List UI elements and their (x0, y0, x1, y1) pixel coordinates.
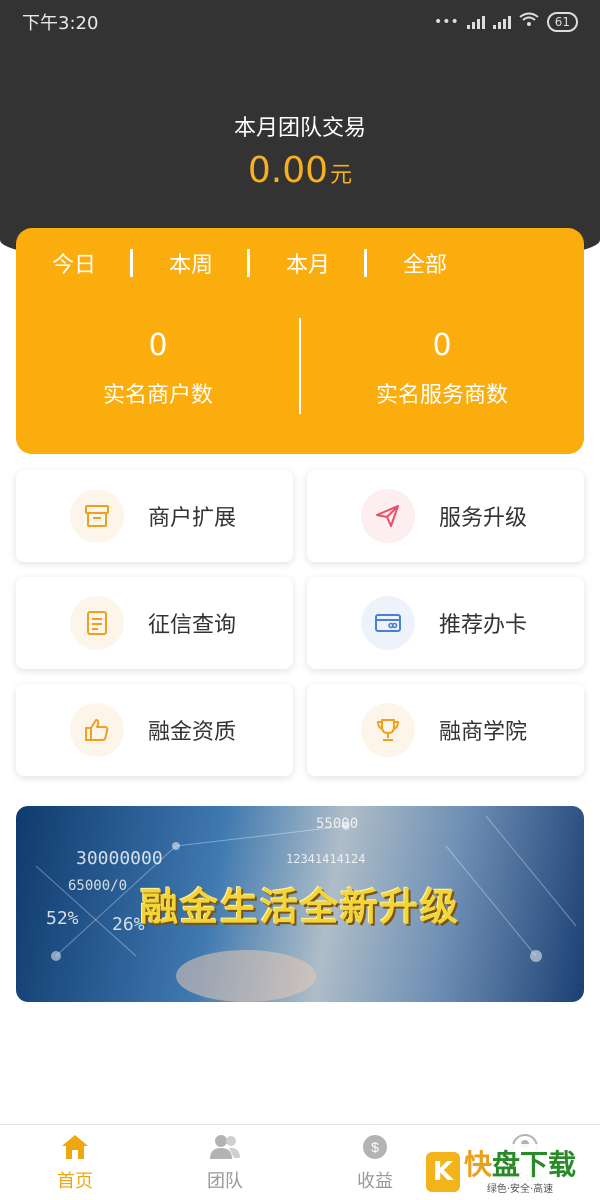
menu-label: 推荐办卡 (439, 613, 528, 638)
watermark-main-b: 盘下载 (492, 1147, 577, 1181)
month-team-trade-title: 本月团队交易 (233, 116, 366, 141)
stat-providers: 0 实名服务商数 (300, 328, 584, 409)
battery-icon: 61 (546, 12, 578, 32)
tabbar-label: 收益 (357, 1171, 393, 1192)
tab-today[interactable]: 今日 (16, 247, 130, 279)
paper-plane-icon (361, 489, 415, 543)
menu-qualification[interactable]: 融金资质 (16, 684, 293, 776)
stat-merchants-value: 0 (148, 328, 168, 363)
banner-number: 12341414124 (286, 852, 366, 866)
thumbs-up-icon (70, 703, 124, 757)
banner-title: 融金生活全新升级 (140, 884, 461, 929)
tabbar-team[interactable]: 团队 (150, 1125, 300, 1200)
card-icon (361, 596, 415, 650)
promo-banner[interactable]: 30000000 65000/0 52% 26% 55000 123414141… (16, 806, 584, 1002)
stat-providers-value: 0 (432, 328, 452, 363)
amount-unit: 元 (330, 163, 353, 188)
tabbar-home[interactable]: 首页 (0, 1125, 150, 1200)
banner-number: 65000/0 (68, 878, 128, 894)
site-watermark: K 快盘下载 绿色·安全·高速 (426, 1144, 600, 1200)
more-dots-icon: ••• (433, 14, 459, 30)
stats-card: 今日 本周 本月 全部 0 实名商户数 0 实名服务商数 (16, 228, 584, 454)
stat-merchants-label: 实名商户数 (102, 383, 213, 408)
signal-icon (466, 15, 485, 29)
menu-label: 商户扩展 (148, 506, 237, 531)
menu-credit-query[interactable]: 征信查询 (16, 577, 293, 669)
watermark-logo: K (426, 1152, 460, 1192)
menu-label: 服务升级 (439, 506, 528, 531)
watermark-main-a: 快 (464, 1147, 493, 1181)
amount-value: 0.00 (247, 150, 329, 191)
period-tabs: 今日 本周 本月 全部 (16, 228, 584, 298)
team-icon (210, 1135, 240, 1159)
menu-academy[interactable]: 融商学院 (307, 684, 584, 776)
menu-card-apply[interactable]: 推荐办卡 (307, 577, 584, 669)
coin-icon: $ (363, 1135, 387, 1159)
banner-number: 52% (46, 908, 79, 929)
month-team-trade-amount: 0.00元 (0, 150, 600, 191)
watermark-sub: 绿色·安全·高速 (486, 1183, 554, 1195)
watermark-text: 快盘下载 绿色·安全·高速 (464, 1147, 577, 1195)
tab-week[interactable]: 本周 (133, 247, 247, 279)
status-bar: 下午3:20 ••• 61 (0, 0, 600, 44)
tab-month[interactable]: 本月 (250, 247, 364, 279)
svg-text:$: $ (371, 1139, 379, 1155)
home-icon (62, 1135, 88, 1159)
signal-icon-2 (492, 15, 511, 29)
menu-label: 融商学院 (439, 720, 528, 745)
document-icon (70, 596, 124, 650)
tabbar-label: 首页 (57, 1171, 93, 1192)
trophy-icon (361, 703, 415, 757)
banner-number: 55000 (316, 816, 359, 832)
menu-label: 征信查询 (148, 613, 237, 638)
menu-service-upgrade[interactable]: 服务升级 (307, 470, 584, 562)
banner-number: 30000000 (76, 848, 163, 869)
menu-merchant-expand[interactable]: 商户扩展 (16, 470, 293, 562)
tab-all[interactable]: 全部 (367, 247, 481, 279)
tabbar-label: 团队 (207, 1171, 243, 1192)
status-icons: ••• 61 (434, 12, 578, 32)
wifi-icon (519, 12, 539, 32)
status-time: 下午3:20 (22, 13, 99, 34)
stat-merchants: 0 实名商户数 (16, 328, 300, 409)
stat-providers-label: 实名服务商数 (375, 383, 508, 408)
store-icon (70, 489, 124, 543)
menu-label: 融金资质 (148, 720, 237, 745)
